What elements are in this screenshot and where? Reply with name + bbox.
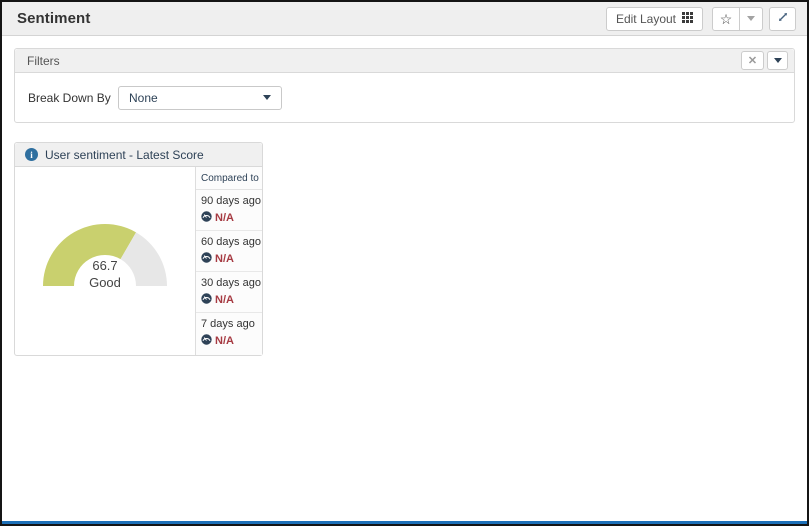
compared-row-90-days: 90 days ago N/A: [196, 190, 262, 231]
fullscreen-button[interactable]: [769, 7, 796, 31]
compared-period: 90 days ago: [201, 195, 260, 207]
compared-value: N/A: [215, 335, 234, 347]
page-title: Sentiment: [17, 10, 90, 27]
edit-layout-label: Edit Layout: [616, 12, 676, 26]
compared-period: 30 days ago: [201, 277, 260, 289]
gauge-svg: 66.7 Good: [20, 194, 190, 291]
compared-value: N/A: [215, 212, 234, 224]
chevron-down-icon: [263, 95, 271, 100]
page-header: Sentiment Edit Layout ☆: [2, 2, 807, 36]
speedometer-icon: [201, 291, 212, 309]
sentiment-widget-body: 66.7 Good Compared to 90 days ago: [15, 167, 262, 355]
break-down-by-select[interactable]: None: [118, 86, 282, 110]
filters-panel: Filters ✕ Break Down By None: [14, 48, 795, 123]
speedometer-icon: [201, 209, 212, 227]
filters-panel-header: Filters ✕: [15, 49, 794, 73]
dashboard-window: Sentiment Edit Layout ☆: [0, 0, 809, 526]
favorite-button-group: ☆: [712, 7, 763, 31]
compared-period: 7 days ago: [201, 318, 260, 330]
compared-column: Compared to 90 days ago N/A: [195, 167, 262, 355]
star-icon: ☆: [720, 12, 733, 26]
compared-row-30-days: 30 days ago N/A: [196, 272, 262, 313]
chevron-down-icon: [747, 16, 755, 21]
close-icon: ✕: [748, 54, 757, 67]
gauge-value: 66.7: [92, 258, 117, 273]
gauge-label: Good: [89, 275, 121, 290]
sentiment-widget-header: i User sentiment - Latest Score: [15, 143, 262, 167]
break-down-by-label: Break Down By: [28, 91, 118, 105]
compared-value: N/A: [215, 253, 234, 265]
compared-row-60-days: 60 days ago N/A: [196, 231, 262, 272]
chevron-down-icon: [774, 58, 782, 63]
compared-row-7-days: 7 days ago N/A: [196, 313, 262, 355]
grid-icon: [682, 12, 693, 26]
favorite-dropdown-button[interactable]: [740, 7, 763, 31]
filters-collapse-button[interactable]: [767, 51, 788, 70]
info-icon[interactable]: i: [25, 148, 38, 161]
edit-layout-button[interactable]: Edit Layout: [606, 7, 703, 31]
expand-icon: [777, 11, 789, 26]
compared-value: N/A: [215, 294, 234, 306]
filters-close-button[interactable]: ✕: [741, 51, 764, 70]
compared-header: Compared to: [196, 167, 262, 190]
page-content: Filters ✕ Break Down By None i User: [2, 36, 807, 368]
filters-panel-body: Break Down By None: [15, 73, 794, 122]
gauge-chart: 66.7 Good: [15, 167, 195, 355]
sentiment-widget-title: User sentiment - Latest Score: [45, 148, 204, 162]
sentiment-widget: i User sentiment - Latest Score 66.7 Goo…: [14, 142, 263, 356]
filters-title: Filters: [27, 54, 60, 68]
bottom-accent-bar: [2, 521, 807, 524]
break-down-by-value: None: [129, 91, 158, 105]
speedometer-icon: [201, 332, 212, 350]
favorite-button[interactable]: ☆: [712, 7, 740, 31]
speedometer-icon: [201, 250, 212, 268]
compared-period: 60 days ago: [201, 236, 260, 248]
